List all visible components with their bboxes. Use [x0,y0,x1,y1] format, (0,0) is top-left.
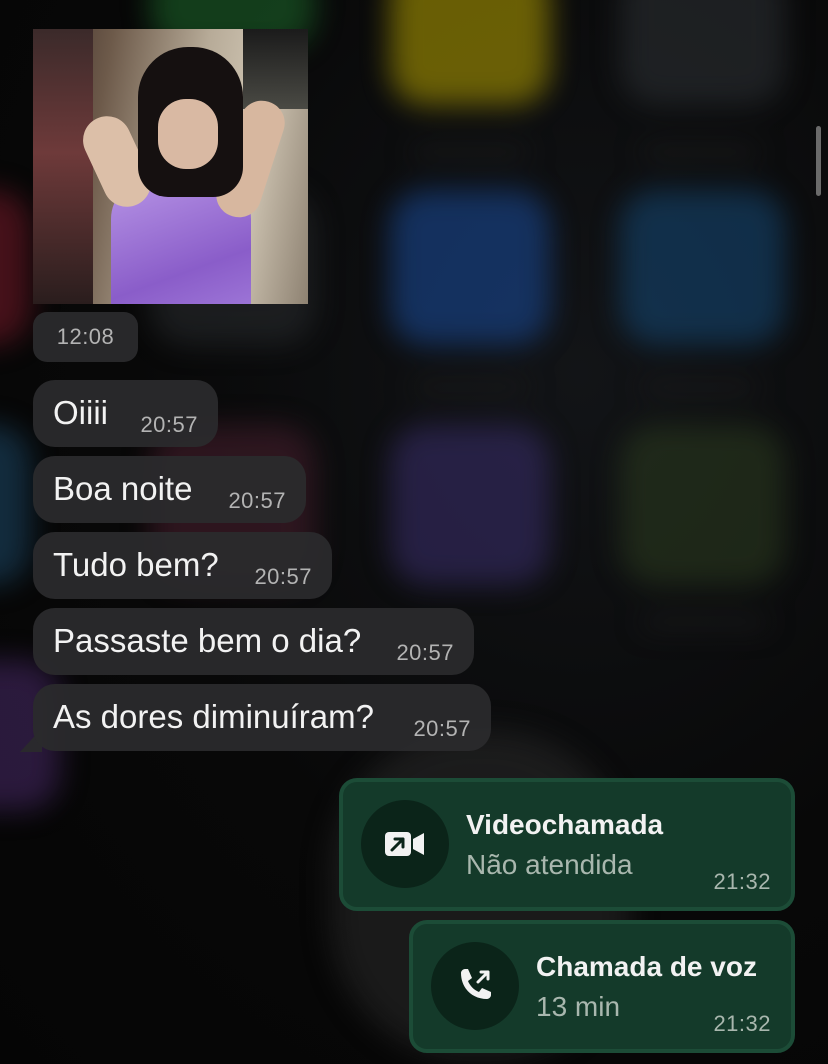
incoming-message-bubble[interactable]: Passaste bem o dia? 20:57 [33,608,474,675]
voice-call-outgoing-icon [431,942,519,1030]
call-time: 21:32 [713,869,771,894]
message-time: 20:57 [396,640,454,665]
video-call-outgoing-icon [361,800,449,888]
incoming-message-bubble[interactable]: Tudo bem? 20:57 [33,532,332,599]
media-time-label: 12:08 [56,324,115,349]
incoming-message-bubble[interactable]: Boa noite 20:57 [33,456,306,523]
message-time: 20:57 [140,412,198,437]
message-time: 20:57 [228,488,286,513]
message-time: 20:57 [413,716,471,741]
video-call-card[interactable]: Videochamada Não atendida 21:32 [339,778,795,911]
call-title: Videochamada [466,809,664,840]
incoming-message-bubble[interactable]: As dores diminuíram? 20:57 [33,684,491,751]
message-text: Tudo bem? [53,546,219,583]
call-time: 21:32 [713,1011,771,1036]
message-text: Boa noite [53,470,193,507]
message-time: 20:57 [254,564,312,589]
message-text: Passaste bem o dia? [53,622,362,659]
call-title: Chamada de voz [536,951,757,982]
incoming-message-bubble[interactable]: Oiiii 20:57 [33,380,218,447]
voice-call-card[interactable]: Chamada de voz 13 min 21:32 [409,920,795,1053]
chat-screen: 12:08 Oiiii 20:57 Boa noite 20:57 Tudo b… [0,0,828,1064]
message-text: As dores diminuíram? [53,698,374,735]
call-status: Não atendida [466,849,633,880]
media-image-message[interactable] [33,29,308,304]
media-timestamp: 12:08 [33,312,138,362]
call-duration: 13 min [536,991,621,1022]
scroll-indicator[interactable] [816,126,821,196]
message-text: Oiiii [53,394,108,431]
